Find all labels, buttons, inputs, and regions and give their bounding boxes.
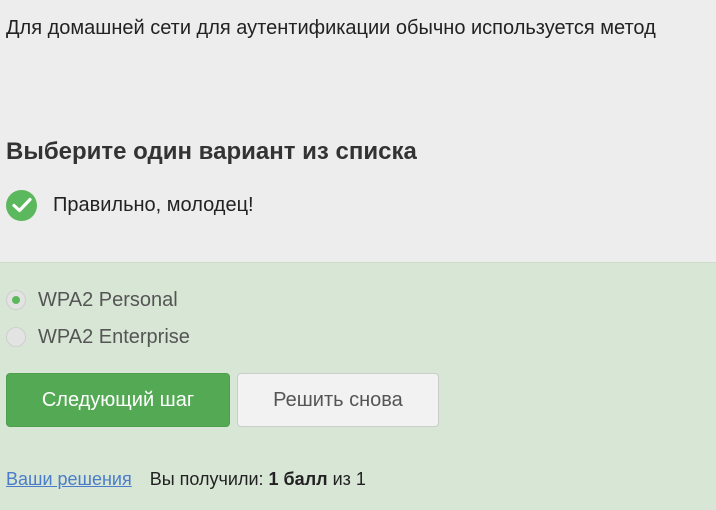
feedback-text: Правильно, молодец!: [53, 193, 254, 216]
instruction-heading: Выберите один вариант из списка: [6, 138, 417, 165]
results-footer: Ваши решения Вы получили: 1 балл из 1: [6, 469, 366, 490]
option-wpa2-personal[interactable]: WPA2 Personal: [6, 287, 178, 313]
solve-again-button[interactable]: Решить снова: [237, 373, 439, 427]
answer-panel: WPA2 Personal WPA2 Enterprise Следующий …: [0, 262, 716, 510]
radio-button[interactable]: [6, 327, 26, 347]
radio-selected-dot: [12, 296, 20, 304]
feedback-message: Правильно, молодец!: [6, 188, 254, 222]
score-value: 1 балл: [268, 469, 328, 489]
score-prefix: Вы получили:: [149, 469, 269, 489]
score-text: Вы получили: 1 балл из 1: [150, 469, 366, 490]
score-suffix: из 1: [327, 469, 366, 489]
radio-button-selected[interactable]: [6, 290, 26, 310]
option-wpa2-enterprise[interactable]: WPA2 Enterprise: [6, 324, 190, 350]
option-label: WPA2 Enterprise: [38, 325, 190, 348]
option-label: WPA2 Personal: [38, 288, 178, 311]
next-step-button[interactable]: Следующий шаг: [6, 373, 230, 427]
question-text: Для домашней сети для аутентификации обы…: [6, 17, 656, 39]
check-icon: [6, 189, 37, 221]
your-solutions-link[interactable]: Ваши решения: [6, 469, 132, 490]
